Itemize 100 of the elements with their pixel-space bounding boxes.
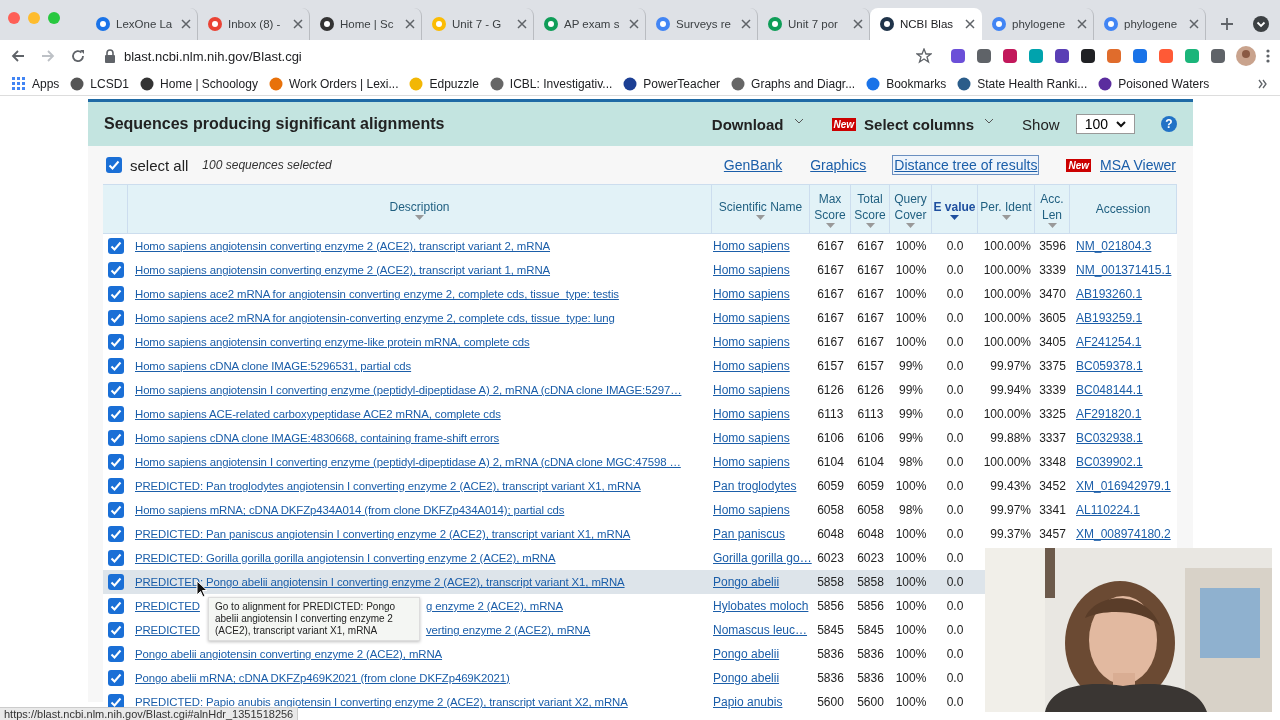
accession-link[interactable]: BC039902.1	[1076, 455, 1143, 469]
extension-icon[interactable]	[1054, 48, 1070, 64]
profile-avatar-icon[interactable]	[1236, 46, 1256, 66]
checkbox[interactable]	[107, 286, 124, 302]
checkbox[interactable]	[107, 622, 124, 638]
description-link[interactable]: Homo sapiens cDNA clone IMAGE:4830668, containing frame-shift errors	[135, 432, 500, 444]
scientific-name-link[interactable]: Homo sapiens	[713, 383, 790, 397]
description-link[interactable]: Homo sapiens ACE-related carboxypeptidase ACE2 mRNA, complete cds	[135, 408, 501, 420]
close-icon[interactable]	[293, 19, 303, 29]
new-tab-icon[interactable]	[1220, 17, 1234, 31]
select-all-label[interactable]: select all	[130, 156, 189, 174]
checkbox[interactable]	[107, 574, 124, 590]
checkbox[interactable]	[107, 358, 124, 374]
scientific-name-link[interactable]: Homo sapiens	[713, 359, 790, 373]
star-icon[interactable]	[916, 48, 932, 64]
accession-link[interactable]: AB193260.1	[1076, 287, 1143, 301]
description-link[interactable]: verting enzyme 2 (ACE2), mRNA	[425, 624, 591, 636]
checkbox[interactable]	[107, 430, 124, 446]
download-menu[interactable]: Download	[711, 115, 784, 133]
bookmark-item[interactable]: Apps	[12, 76, 60, 91]
close-icon[interactable]	[181, 19, 191, 29]
description-link[interactable]: g enzyme 2 (ACE2), mRNA	[425, 600, 563, 612]
column-header[interactable]: E value	[932, 185, 978, 233]
browser-tab[interactable]: NCBI Blas	[870, 8, 982, 40]
checkbox[interactable]	[107, 454, 124, 470]
description-link[interactable]: Homo sapiens angiotensin converting enzyme 2 (ACE2), transcript variant 1, mRNA	[135, 264, 550, 276]
bookmark-item[interactable]: Home | Schoology	[140, 76, 258, 91]
bookmark-item[interactable]: Edpuzzle	[409, 76, 479, 91]
accession-link[interactable]: BC032938.1	[1076, 431, 1143, 445]
accession-link[interactable]: AL110224.1	[1076, 503, 1140, 517]
description-link[interactable]: Homo sapiens ace2 mRNA for angiotensin-converting enzyme 2, complete cds, tissue_type: lung	[135, 312, 615, 324]
checkbox[interactable]	[107, 238, 124, 254]
close-icon[interactable]	[1189, 19, 1199, 29]
close-icon[interactable]	[741, 19, 751, 29]
scientific-name-link[interactable]: Pongo abelii	[713, 647, 780, 661]
reload-icon[interactable]	[70, 48, 86, 64]
column-header[interactable]: Total Score	[851, 185, 890, 233]
accession-link[interactable]: AB193259.1	[1076, 311, 1143, 325]
description-link[interactable]: PREDICTED: Pongo abelii angiotensin I converting enzyme 2 (ACE2), transcript variant X1, mRNA	[135, 576, 625, 588]
show-count-select[interactable]: 100	[1075, 114, 1135, 134]
close-icon[interactable]	[853, 19, 863, 29]
description-link[interactable]: Homo sapiens angiotensin I converting enzyme (peptidyl-dipeptidase A) 2, mRNA (cDNA clone MGC:47598 …	[135, 456, 681, 468]
column-header[interactable]: Scientific Name	[712, 185, 810, 233]
description-link[interactable]: Homo sapiens mRNA; cDNA DKFZp434A014 (from clone DKFZp434A014); partial cds	[135, 504, 565, 516]
checkbox[interactable]	[107, 406, 124, 422]
bookmark-item[interactable]: Graphs and Diagr...	[731, 76, 856, 91]
bookmark-item[interactable]: Work Orders | Lexi...	[268, 76, 399, 91]
scientific-name-link[interactable]: Pan troglodytes	[713, 479, 797, 493]
accession-link[interactable]: BC048144.1	[1076, 383, 1143, 397]
column-header[interactable]: Accession	[1070, 185, 1177, 233]
scientific-name-link[interactable]: Hylobates moloch	[713, 599, 809, 613]
scientific-name-link[interactable]: Homo sapiens	[713, 287, 790, 301]
description-link[interactable]: PREDICTED: Pan paniscus angiotensin I converting enzyme 2 (ACE2), transcript variant X1, mRNA	[135, 528, 631, 540]
description-link[interactable]: Homo sapiens angiotensin converting enzyme 2 (ACE2), transcript variant 2, mRNA	[135, 240, 550, 252]
address-field[interactable]: blast.ncbi.nlm.nih.gov/Blast.cgi	[124, 48, 908, 64]
description-link[interactable]: Homo sapiens angiotensin converting enzyme-like protein mRNA, complete cds	[135, 336, 530, 348]
checkbox[interactable]	[107, 550, 124, 566]
results-link[interactable]: GenBank	[722, 156, 784, 174]
column-header[interactable]: Query Cover	[890, 185, 932, 233]
checkbox[interactable]	[107, 670, 124, 686]
scientific-name-link[interactable]: Homo sapiens	[713, 407, 790, 421]
bookmark-item[interactable]: PowerTeacher	[623, 76, 721, 91]
description-link[interactable]: Homo sapiens cDNA clone IMAGE:5296531, partial cds	[135, 360, 412, 372]
results-link[interactable]: MSA Viewer	[1099, 156, 1177, 174]
bookmark-item[interactable]: ICBL: Investigativ...	[489, 76, 613, 91]
description-link[interactable]: PREDICTED: Pan troglodytes angiotensin I converting enzyme 2 (ACE2), transcript variant X1, mRNA	[135, 480, 641, 492]
accession-link[interactable]: BC059378.1	[1076, 359, 1143, 373]
scientific-name-link[interactable]: Nomascus leuc…	[713, 623, 808, 637]
description-link[interactable]: Homo sapiens angiotensin I converting enzyme (peptidyl-dipeptidase A) 2, mRNA (cDNA clone IMAGE:5297…	[135, 384, 682, 396]
description-link[interactable]: PREDICTED	[135, 600, 200, 612]
close-icon[interactable]	[405, 19, 415, 29]
checkbox[interactable]	[107, 334, 124, 350]
scientific-name-link[interactable]: Homo sapiens	[713, 503, 790, 517]
scientific-name-link[interactable]: Homo sapiens	[713, 311, 790, 325]
description-link[interactable]: PREDICTED	[135, 624, 200, 636]
checkbox[interactable]	[107, 526, 124, 542]
checkbox[interactable]	[107, 262, 124, 278]
bookmark-item[interactable]: LCSD1	[70, 76, 130, 91]
scientific-name-link[interactable]: Homo sapiens	[713, 455, 790, 469]
bookmark-item[interactable]: State Health Ranki...	[957, 76, 1088, 91]
column-header[interactable]: Acc. Len	[1035, 185, 1070, 233]
extension-icon[interactable]	[1080, 48, 1096, 64]
scientific-name-link[interactable]: Homo sapiens	[713, 263, 790, 277]
checkbox[interactable]	[107, 382, 124, 398]
scientific-name-link[interactable]: Pongo abelii	[713, 671, 780, 685]
accession-link[interactable]: AF241254.1	[1076, 335, 1142, 349]
checkbox[interactable]	[106, 157, 122, 173]
description-link[interactable]: Homo sapiens ace2 mRNA for angiotensin converting enzyme 2, complete cds, tissue_type: testis	[135, 288, 619, 300]
checkbox[interactable]	[107, 502, 124, 518]
bookmark-item[interactable]: Poisoned Waters	[1098, 76, 1210, 91]
accession-link[interactable]: XM_016942979.1	[1076, 479, 1171, 493]
tab-search-icon[interactable]	[1252, 15, 1270, 33]
extension-icon[interactable]	[1210, 48, 1226, 64]
results-link[interactable]: Distance tree of results	[893, 156, 1039, 174]
accession-link[interactable]: AF291820.1	[1076, 407, 1142, 421]
checkbox[interactable]	[107, 598, 124, 614]
select-columns-menu[interactable]: Select columns	[864, 115, 975, 133]
more-menu-icon[interactable]	[1266, 48, 1270, 64]
column-header[interactable]: Description	[128, 185, 712, 233]
help-button[interactable]: ?	[1161, 116, 1177, 132]
